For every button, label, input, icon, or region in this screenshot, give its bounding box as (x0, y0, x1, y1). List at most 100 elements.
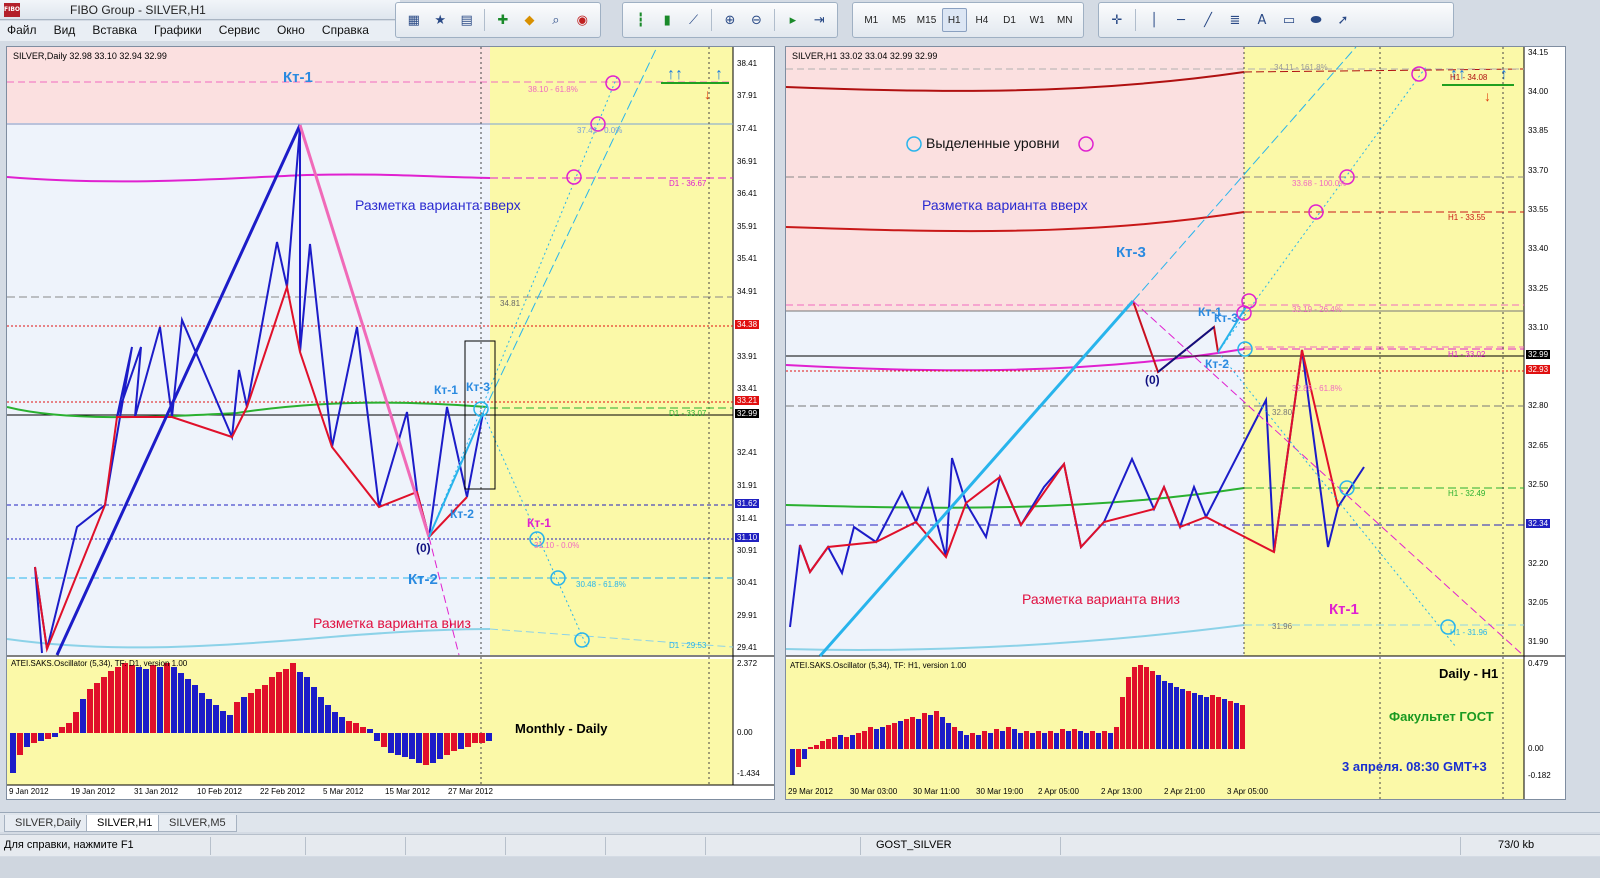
tab-silver-m5[interactable]: SILVER,M5 (158, 815, 237, 832)
alert-icon[interactable]: ◆ (518, 8, 541, 32)
options-icon[interactable]: ◉ (571, 8, 594, 32)
search-icon[interactable]: ⌕ (544, 8, 567, 32)
timeframe-h1[interactable]: H1 (941, 8, 967, 32)
timeframe-toolbar: M1 M5 M15 H1 H4 D1 W1 MN (852, 2, 1084, 38)
timeframe-d1[interactable]: D1 (997, 8, 1022, 32)
time-axis: 29 Mar 2012 30 Mar 03:00 30 Mar 11:00 30… (788, 787, 1268, 796)
new-order-icon[interactable]: ✚ (491, 8, 514, 32)
shapes-icon[interactable]: ⬬ (1304, 8, 1328, 32)
chart-window-daily[interactable]: ↑↑ ↑ ↓ SILVER,Daily 32.98 33.10 32.94 32… (6, 46, 775, 800)
up-arrow-icon: ↑ (715, 66, 723, 83)
faculty-label: Факультет ГОСТ (1389, 709, 1494, 724)
menu-file[interactable]: Файл (0, 21, 44, 39)
price-tag-blue: 32.34 (1526, 519, 1551, 528)
traffic-indicator: 73/0 kb (1498, 839, 1535, 851)
zero-point-label: (0) (416, 541, 431, 555)
candles-icon[interactable]: ▮ (655, 8, 678, 32)
vertical-line-icon[interactable]: │ (1142, 8, 1166, 32)
title-bar: FIBO FIBO Group - SILVER,H1 (0, 0, 400, 20)
timeframe-w1[interactable]: W1 (1025, 8, 1050, 32)
chart-window-h1[interactable]: ↑↑ ↑ ↓ SILVER,H1 33.02 33.04 32.99 32.99… (785, 46, 1566, 800)
osc-scale-zero: 0.00 (737, 728, 753, 737)
chart-shift-icon[interactable]: ⇥ (808, 8, 831, 32)
timeframe-m15[interactable]: M15 (914, 8, 939, 32)
oscillator-header: ATEI.SAKS.Oscillator (5,34), TF: H1, ver… (790, 661, 967, 670)
oscillator-caption: Monthly - Daily (515, 721, 608, 736)
price-tag-blue2: 31.10 (735, 533, 760, 542)
level-3411: 34.11 - 161.8% (1274, 63, 1328, 72)
menu-window[interactable]: Окно (270, 21, 312, 39)
tab-silver-daily[interactable]: SILVER,Daily (4, 815, 92, 832)
down-arrow-icon: ↓ (704, 86, 711, 102)
level-3110: 31.10 - 0.0% (534, 541, 580, 550)
status-divider (705, 837, 706, 855)
level-3319: 33.19 - 26.4% (1292, 305, 1342, 314)
horizontal-line-icon[interactable]: ─ (1169, 8, 1193, 32)
timeframe-mn[interactable]: MN (1052, 8, 1077, 32)
level-h1-3249: H1 - 32.49 (1448, 489, 1486, 498)
menu-help[interactable]: Справка (315, 21, 376, 39)
price-tag-current: 32.99 (1526, 350, 1551, 359)
kt3-label: Кт-3 (1116, 244, 1146, 261)
drawing-toolbar: ✛ │ ─ ╱ ≣ A ▭ ⬬ ➚ (1098, 2, 1454, 38)
status-divider (305, 837, 306, 855)
help-hint: Для справки, нажмите F1 (4, 839, 134, 851)
taskbar-strip (0, 857, 1600, 878)
up-arrows-icon: ↑↑ (667, 66, 683, 83)
toolbar-separator (711, 9, 713, 31)
osc-scale-min: -1.434 (737, 769, 760, 778)
kt1-label: Кт-1 (434, 383, 458, 397)
level-h1-3355: H1 - 33.55 (1448, 213, 1486, 222)
standard-toolbar: ▦ ★ ▤ ✚ ◆ ⌕ ◉ (395, 2, 601, 38)
fibonacci-icon[interactable]: ≣ (1223, 8, 1247, 32)
zero-point-label: (0) (1145, 373, 1160, 387)
label-icon[interactable]: ▭ (1277, 8, 1301, 32)
chart-header: SILVER,H1 33.02 33.04 32.99 32.99 (792, 51, 938, 61)
up-variant-label: Разметка варианта вверх (355, 197, 521, 213)
crosshair-icon[interactable]: ✛ (1105, 8, 1129, 32)
up-arrow-icon: ↑ (1500, 66, 1508, 83)
toolbar-separator (484, 9, 486, 31)
price-scale: 38.41 37.91 37.41 36.91 36.41 35.91 35.4… (735, 59, 760, 652)
zoom-out-icon[interactable]: ⊖ (745, 8, 768, 32)
chart-toolbar: ┇ ▮ ⟋ ⊕ ⊖ ▸ ⇥ (622, 2, 838, 38)
app-logo-icon: FIBO (4, 3, 20, 17)
timeframe-m1[interactable]: M1 (859, 8, 884, 32)
menu-charts[interactable]: Графики (147, 21, 209, 39)
window-title: FIBO Group - SILVER,H1 (70, 3, 206, 17)
line-chart-icon[interactable]: ⟋ (682, 8, 705, 32)
text-icon[interactable]: A (1250, 8, 1274, 32)
new-chart-icon[interactable]: ▦ (402, 8, 425, 32)
autoscroll-icon[interactable]: ▸ (781, 8, 804, 32)
status-divider (505, 837, 506, 855)
navigator-icon[interactable]: ▤ (455, 8, 478, 32)
toolbar-separator (774, 9, 776, 31)
zoom-in-icon[interactable]: ⊕ (718, 8, 741, 32)
menu-tools[interactable]: Сервис (212, 21, 267, 39)
level-3741: 37.41 - 0.0% (577, 126, 623, 135)
level-3368: 33.68 - 100.0% (1292, 179, 1347, 188)
down-variant-label: Разметка варианта вниз (1022, 591, 1180, 607)
level-d1-3307: D1 - 33.07 (669, 409, 707, 418)
level-h1-3302: H1 - 33.02 (1448, 350, 1486, 359)
menu-bar: Файл Вид Вставка Графики Сервис Окно Спр… (0, 21, 400, 41)
bar-chart-icon[interactable]: ┇ (629, 8, 652, 32)
down-variant-label: Разметка варианта вниз (313, 615, 471, 631)
timeframe-h4[interactable]: H4 (970, 8, 995, 32)
timeframe-m5[interactable]: M5 (887, 8, 912, 32)
time-axis: 9 Jan 2012 19 Jan 2012 31 Jan 2012 10 Fe… (9, 787, 493, 796)
tab-silver-h1[interactable]: SILVER,H1 (86, 815, 164, 832)
profile-name[interactable]: GOST_SILVER (876, 839, 952, 851)
kt1-magenta-label: Кт-1 (527, 516, 551, 530)
oscillator-header: ATEI.SAKS.Oscillator (5,34), TF: D1, ver… (11, 659, 188, 668)
trendline-icon[interactable]: ╱ (1196, 8, 1220, 32)
menu-insert[interactable]: Вставка (85, 21, 144, 39)
chart-header: SILVER,Daily 32.98 33.10 32.94 32.99 (13, 51, 167, 61)
kt3-label: Кт-3 (466, 380, 490, 394)
kt2-big-label: Кт-2 (408, 571, 438, 588)
profiles-icon[interactable]: ★ (428, 8, 451, 32)
arrows-icon[interactable]: ➚ (1331, 8, 1355, 32)
menu-view[interactable]: Вид (47, 21, 83, 39)
level-3481: 34.81 (500, 299, 521, 308)
osc-scale-zero: 0.00 (1528, 744, 1544, 753)
